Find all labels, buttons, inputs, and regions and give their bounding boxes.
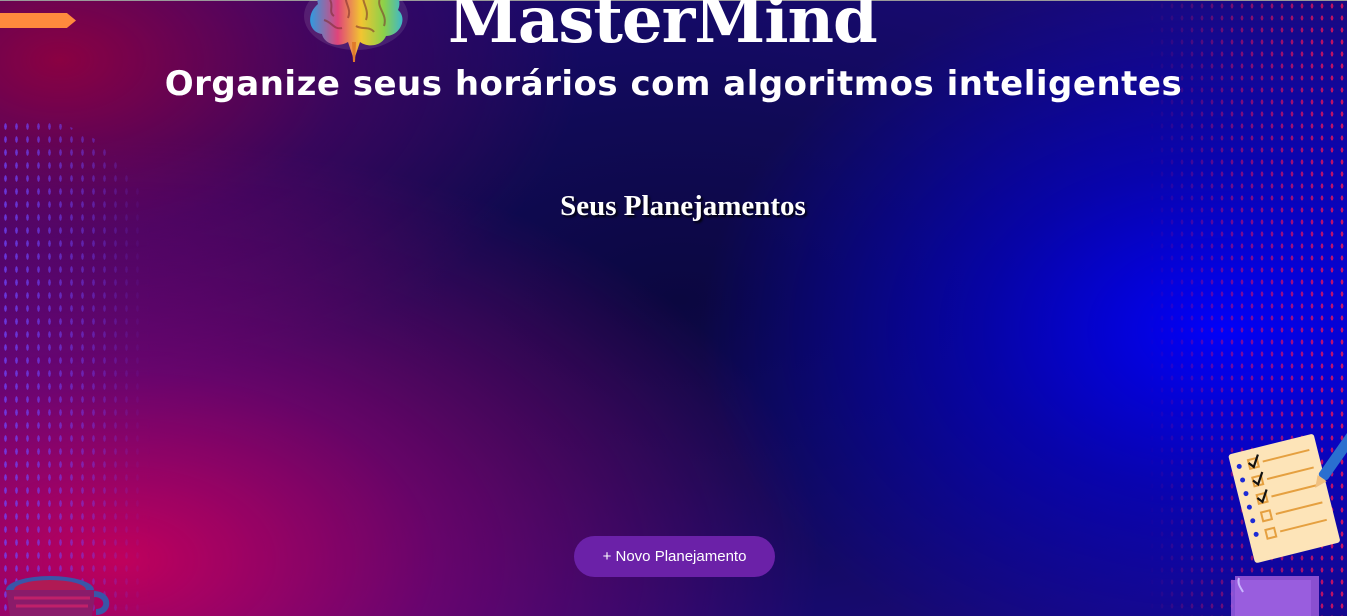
app-title: MasterMind xyxy=(448,0,878,58)
orange-tag-decoration xyxy=(0,13,76,28)
checklist-illustration xyxy=(1228,422,1347,563)
coffee-cup-illustration xyxy=(6,576,110,616)
section-title: Seus Planejamentos xyxy=(560,190,806,222)
new-plan-button[interactable]: + Novo Planejamento xyxy=(574,536,775,577)
brain-icon xyxy=(304,0,408,62)
app-tagline: Organize seus horários com algoritmos in… xyxy=(164,64,1183,104)
purple-note-illustration xyxy=(1231,576,1319,616)
